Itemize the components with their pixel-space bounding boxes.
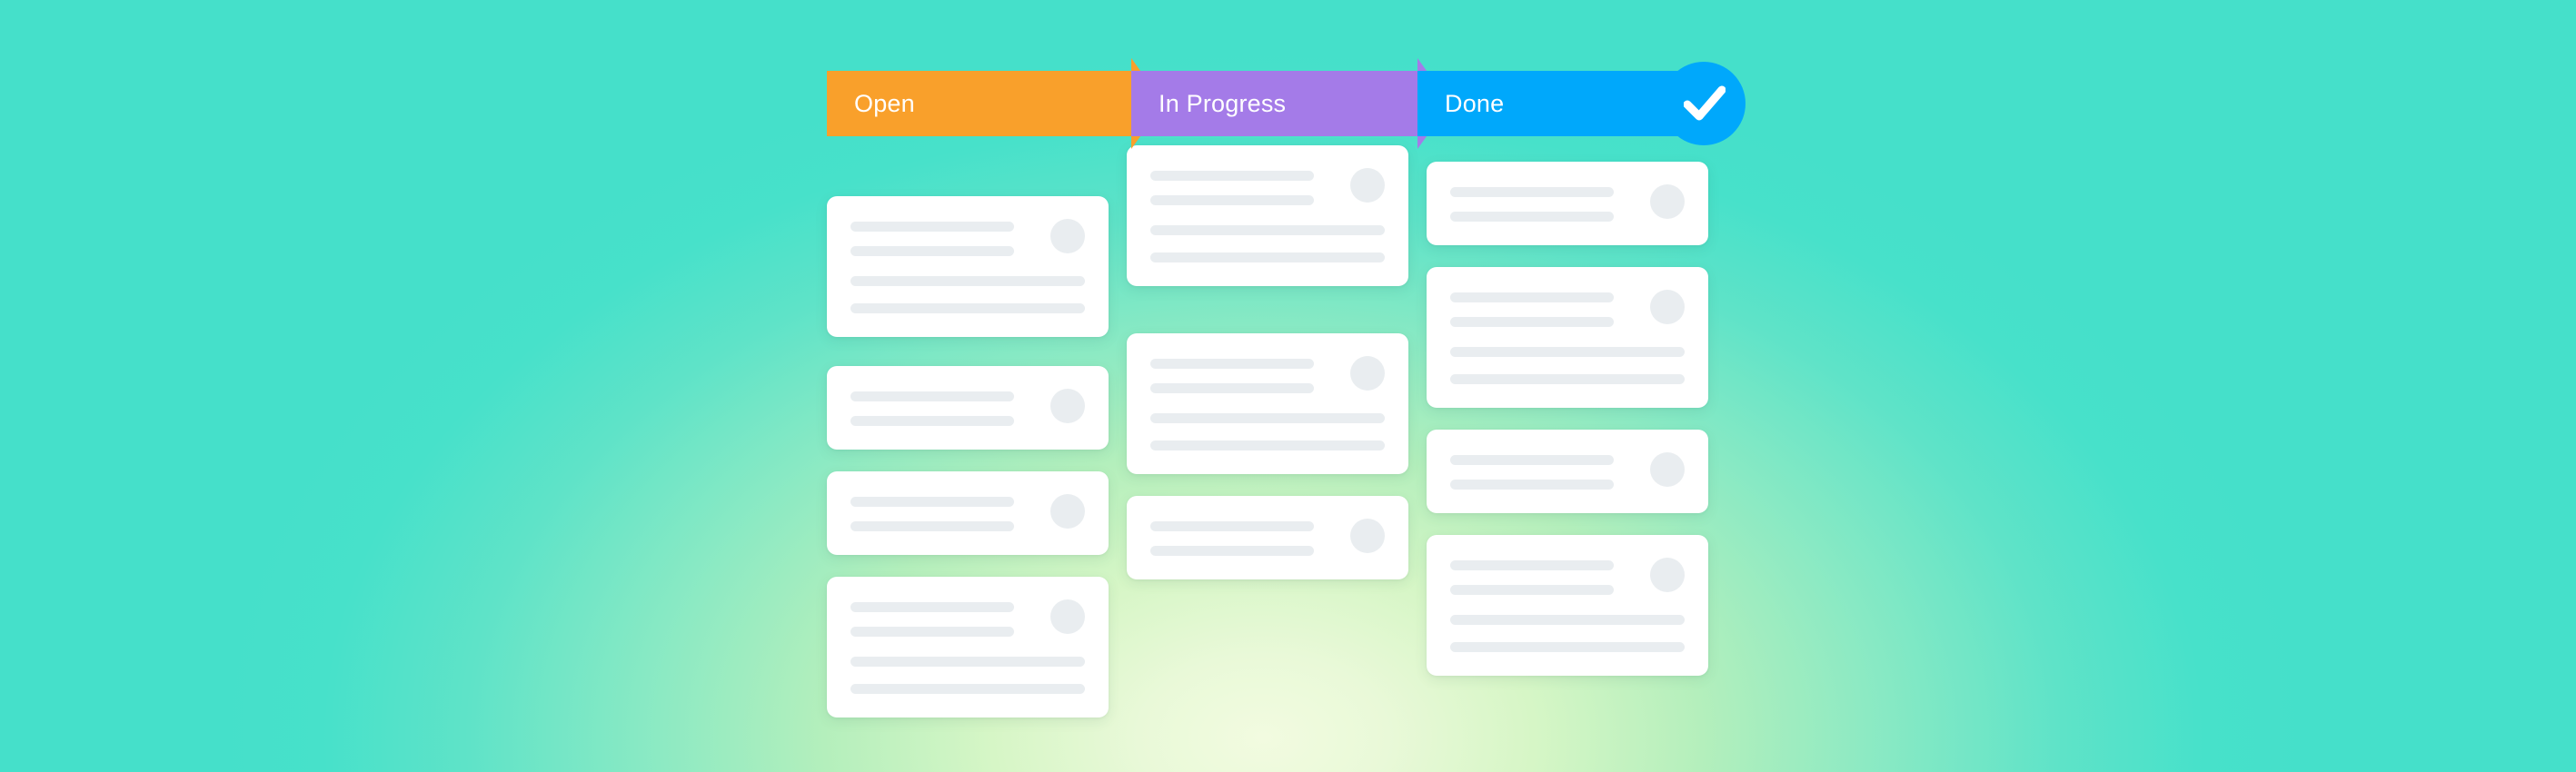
card-title-placeholder	[850, 219, 1036, 256]
stage-done-label: Done	[1445, 89, 1505, 117]
task-card[interactable]	[1127, 496, 1408, 579]
placeholder-line	[850, 627, 1014, 637]
card-title-placeholder	[1450, 452, 1636, 490]
placeholder-line	[850, 303, 1085, 313]
placeholder-line	[1450, 585, 1614, 595]
task-card[interactable]	[827, 471, 1109, 555]
task-card[interactable]	[827, 366, 1109, 450]
card-body-placeholder	[850, 276, 1085, 313]
card-title-placeholder	[850, 494, 1036, 531]
task-card[interactable]	[1427, 267, 1708, 408]
placeholder-line	[850, 602, 1014, 612]
column-open	[827, 145, 1109, 718]
task-card[interactable]	[1127, 333, 1408, 474]
board-columns	[827, 145, 1708, 718]
task-card[interactable]	[1127, 145, 1408, 286]
placeholder-line	[1450, 480, 1614, 490]
card-header	[1450, 184, 1685, 222]
card-header	[1450, 452, 1685, 490]
placeholder-line	[1450, 615, 1685, 625]
kanban-board: Open In Progress Done	[0, 0, 2576, 772]
card-title-placeholder	[1150, 519, 1336, 556]
card-header	[1450, 290, 1685, 327]
placeholder-line	[1450, 187, 1614, 197]
task-card[interactable]	[1427, 535, 1708, 676]
placeholder-line	[1150, 195, 1314, 205]
avatar	[1050, 599, 1085, 634]
avatar	[1350, 519, 1385, 553]
card-title-placeholder	[850, 389, 1036, 426]
task-card[interactable]	[1427, 162, 1708, 245]
card-header	[850, 494, 1085, 531]
card-header	[850, 219, 1085, 256]
column-done	[1427, 145, 1708, 676]
avatar	[1050, 389, 1085, 423]
avatar	[1350, 168, 1385, 203]
card-title-placeholder	[1150, 356, 1336, 393]
task-card[interactable]	[827, 196, 1109, 337]
placeholder-line	[1450, 560, 1614, 570]
placeholder-line	[850, 222, 1014, 232]
placeholder-line	[1150, 171, 1314, 181]
card-body-placeholder	[1450, 615, 1685, 652]
avatar	[1650, 184, 1685, 219]
placeholder-line	[1150, 225, 1385, 235]
placeholder-line	[850, 246, 1014, 256]
placeholder-line	[1450, 347, 1685, 357]
card-header	[1150, 356, 1385, 393]
placeholder-line	[1450, 292, 1614, 302]
stage-in-progress-label: In Progress	[1159, 89, 1287, 117]
placeholder-line	[1450, 374, 1685, 384]
avatar	[1050, 494, 1085, 529]
card-title-placeholder	[1450, 184, 1636, 222]
avatar	[1650, 452, 1685, 487]
card-header	[850, 599, 1085, 637]
placeholder-line	[850, 657, 1085, 667]
placeholder-line	[850, 416, 1014, 426]
card-body-placeholder	[850, 657, 1085, 694]
placeholder-line	[850, 521, 1014, 531]
stage-in-progress[interactable]: In Progress	[1131, 58, 1450, 149]
placeholder-line	[850, 684, 1085, 694]
avatar	[1050, 219, 1085, 253]
task-card[interactable]	[1427, 430, 1708, 513]
card-header	[850, 389, 1085, 426]
placeholder-line	[850, 497, 1014, 507]
card-title-placeholder	[1150, 168, 1336, 205]
card-title-placeholder	[1450, 290, 1636, 327]
card-title-placeholder	[850, 599, 1036, 637]
avatar	[1650, 558, 1685, 592]
placeholder-line	[1450, 455, 1614, 465]
completion-badge[interactable]	[1662, 62, 1746, 145]
stage-open-label: Open	[854, 89, 915, 117]
card-body-placeholder	[1450, 347, 1685, 384]
placeholder-line	[1150, 440, 1385, 450]
card-header	[1450, 558, 1685, 595]
placeholder-line	[1150, 383, 1314, 393]
card-title-placeholder	[1450, 558, 1636, 595]
placeholder-line	[1150, 359, 1314, 369]
placeholder-line	[1150, 546, 1314, 556]
placeholder-line	[1150, 413, 1385, 423]
avatar	[1350, 356, 1385, 391]
column-in-progress	[1127, 145, 1408, 579]
placeholder-line	[1450, 317, 1614, 327]
placeholder-line	[1150, 521, 1314, 531]
card-header	[1150, 168, 1385, 205]
task-card[interactable]	[827, 577, 1109, 718]
placeholder-line	[1450, 212, 1614, 222]
card-body-placeholder	[1150, 225, 1385, 262]
placeholder-line	[850, 276, 1085, 286]
placeholder-line	[1450, 642, 1685, 652]
card-header	[1150, 519, 1385, 556]
stage-open[interactable]: Open	[827, 58, 1164, 149]
placeholder-line	[1150, 252, 1385, 262]
avatar	[1650, 290, 1685, 324]
card-body-placeholder	[1150, 413, 1385, 450]
placeholder-line	[850, 391, 1014, 401]
check-icon	[1684, 85, 1726, 121]
